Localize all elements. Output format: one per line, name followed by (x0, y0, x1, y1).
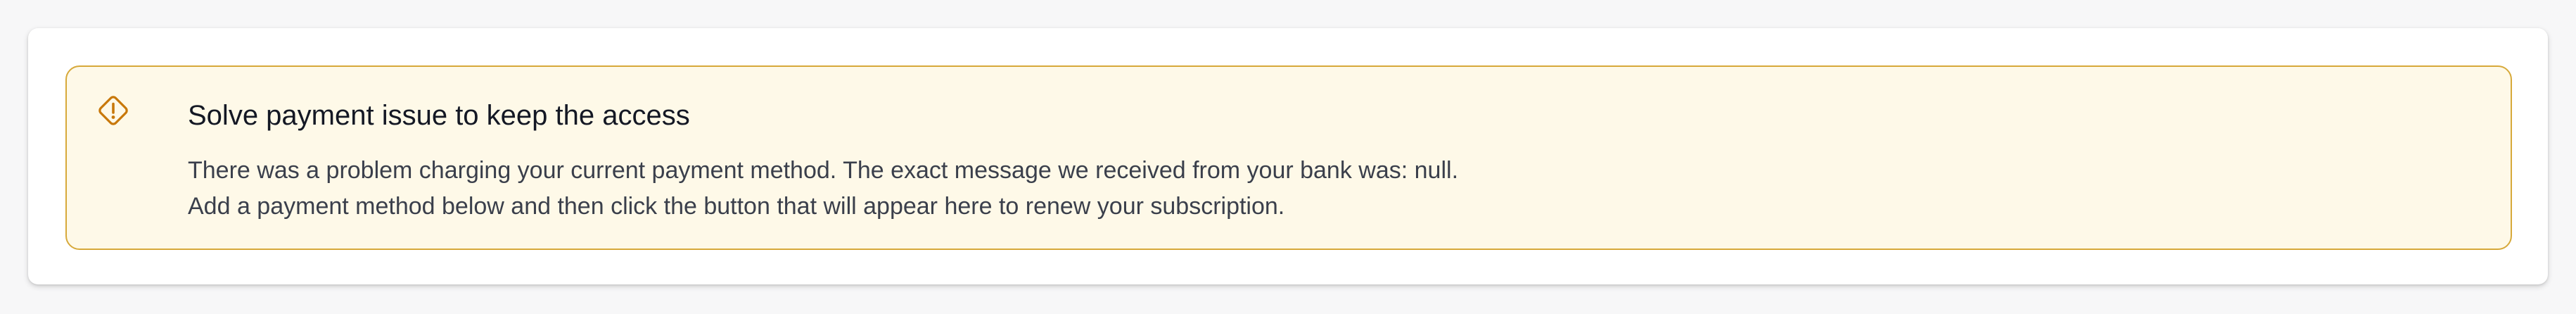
alert-message-line: Add a payment method below and then clic… (188, 193, 1285, 220)
alert-message-line: There was a problem charging your curren… (188, 157, 1459, 184)
warning-diamond-icon (96, 94, 130, 127)
payment-issue-alert: Solve payment issue to keep the access T… (65, 65, 2512, 250)
alert-title: Solve payment issue to keep the access (188, 100, 690, 131)
alert-message: There was a problem charging your curren… (188, 153, 1458, 225)
payment-alert-card: Solve payment issue to keep the access T… (28, 28, 2548, 284)
